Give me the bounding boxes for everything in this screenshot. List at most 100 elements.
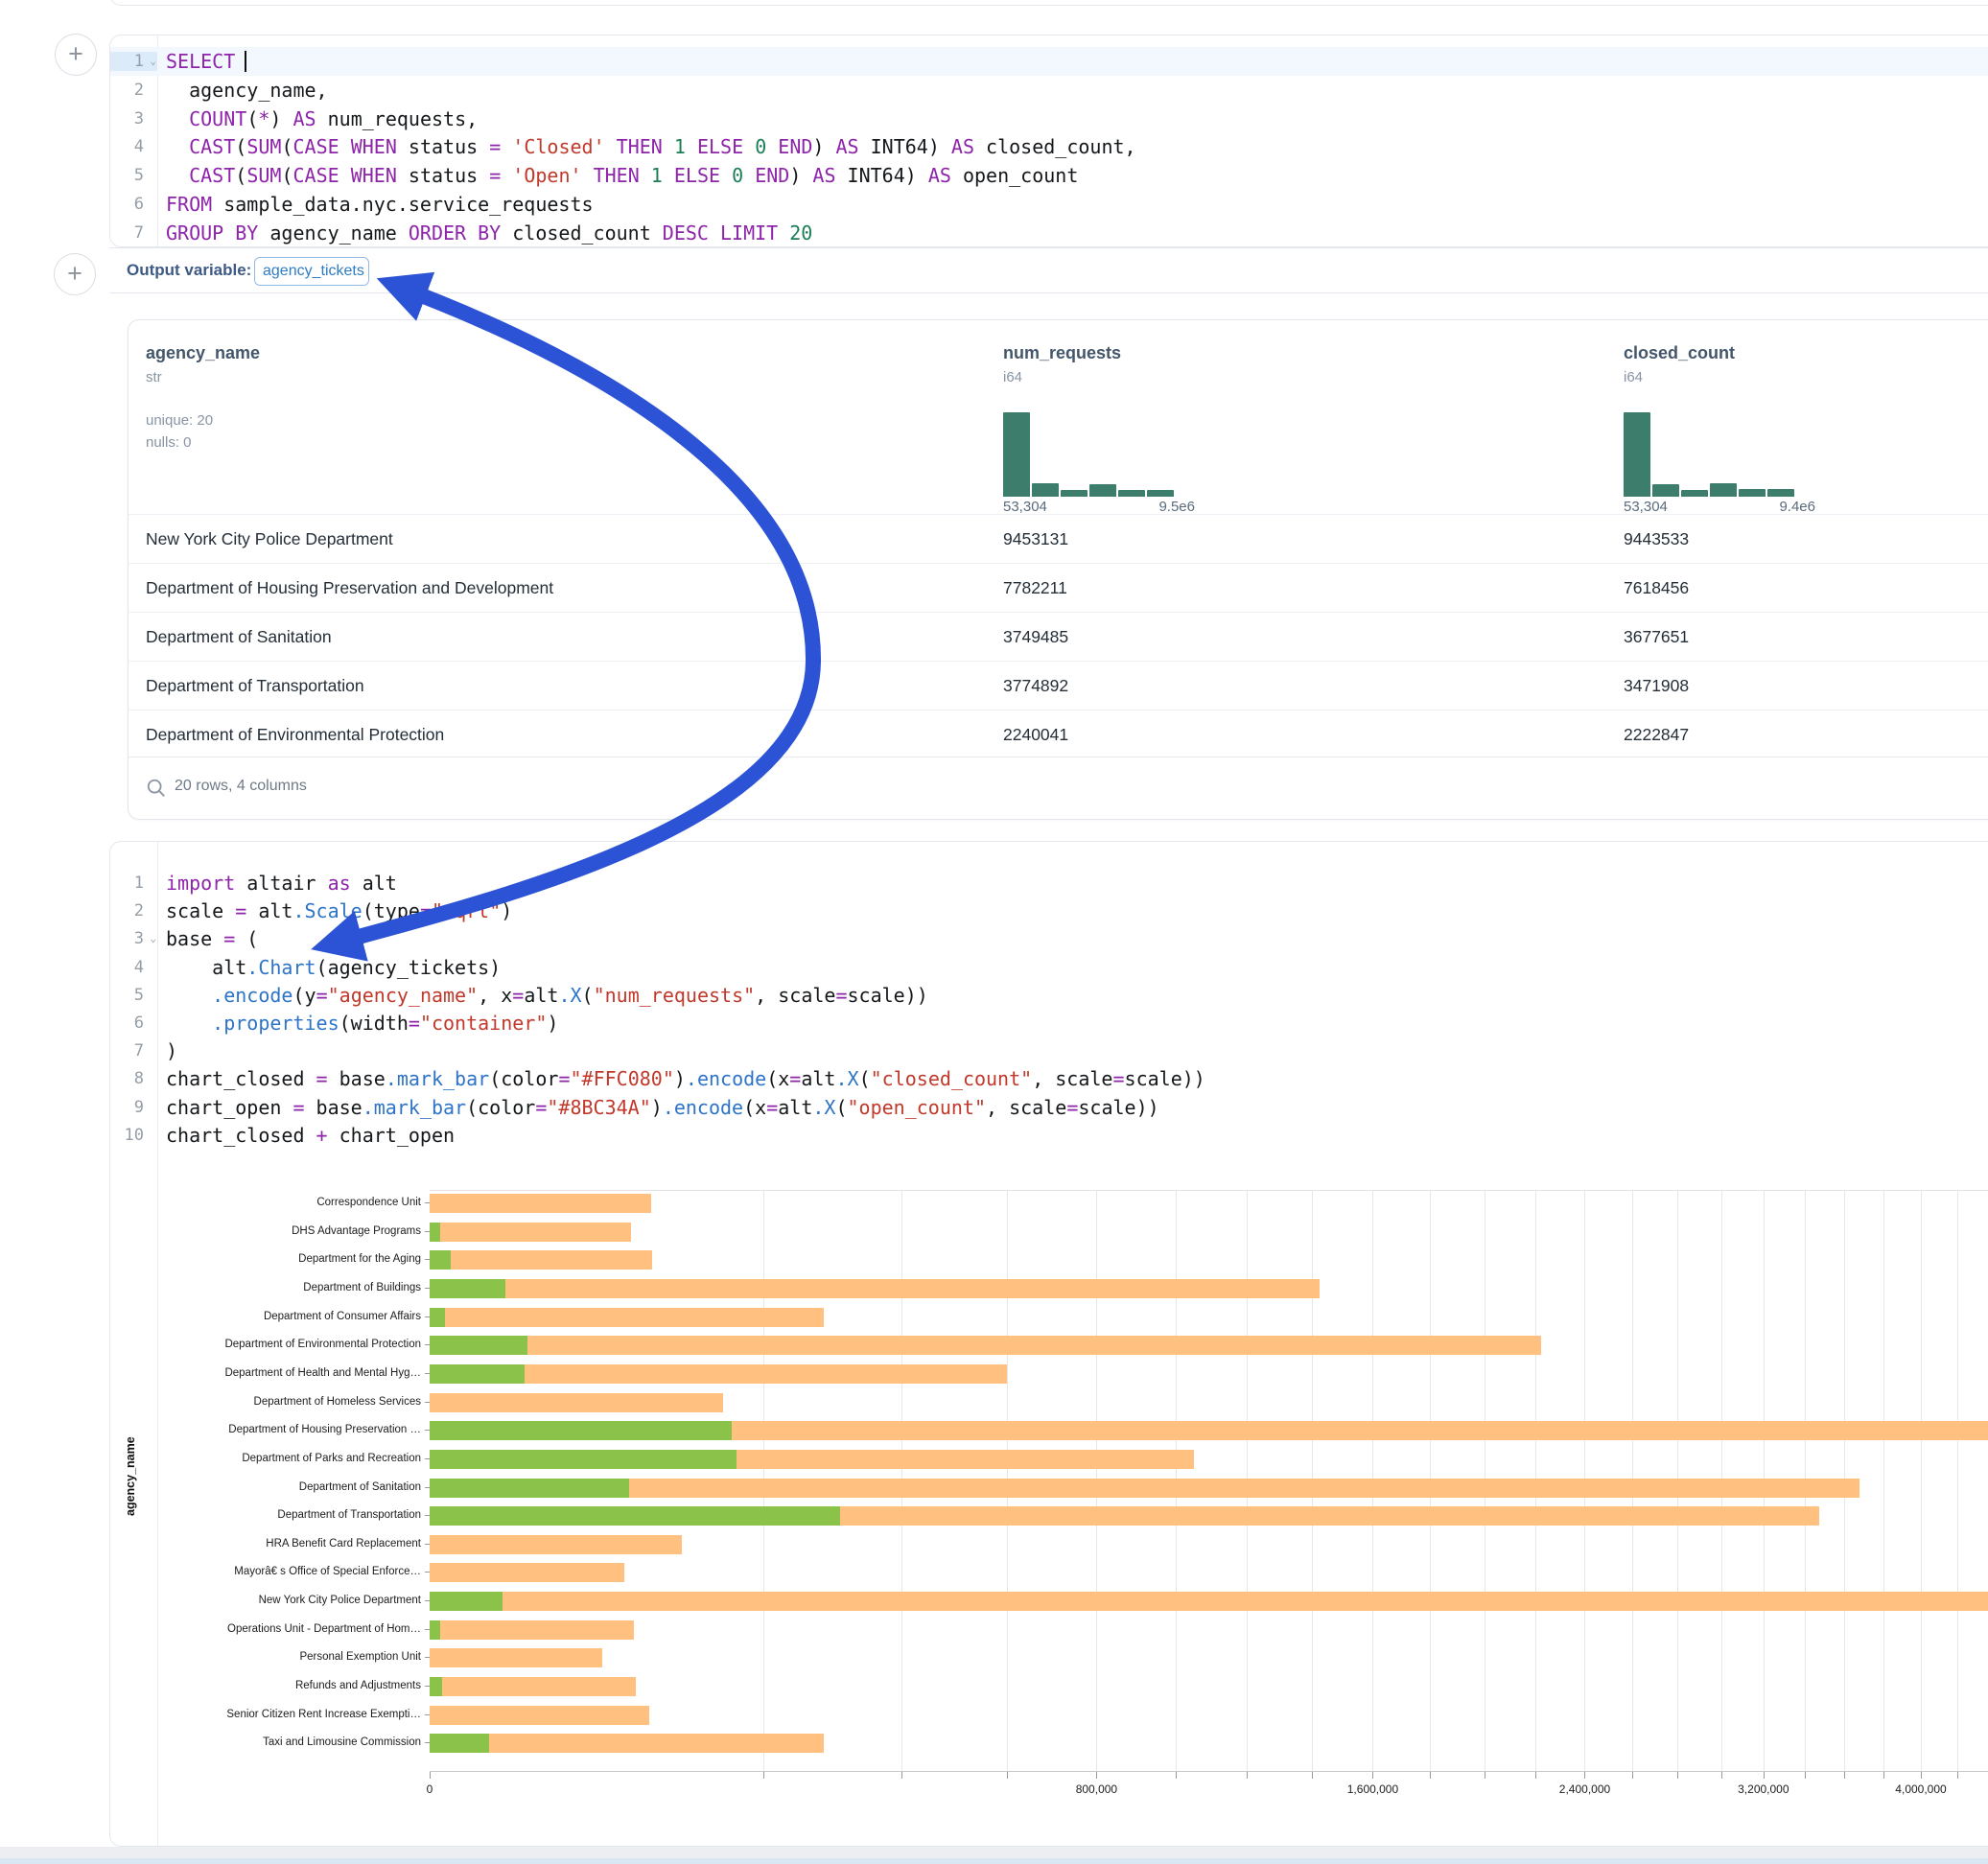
x-tick-label: 0 — [427, 1782, 433, 1796]
code-line-1[interactable]: 1import altair as alt — [110, 869, 1988, 897]
bar-open-count — [430, 1336, 527, 1355]
code-line-7[interactable]: 7GROUP BY agency_name ORDER BY closed_co… — [110, 219, 1988, 247]
code-line-4[interactable]: 4 CAST(SUM(CASE WHEN status = 'Closed' T… — [110, 132, 1988, 161]
table-row[interactable]: New York City Police Department 9453131 94… — [129, 514, 1988, 563]
code-text[interactable]: base = ( — [157, 927, 1988, 950]
code-line-2[interactable]: 2 agency_name, — [110, 76, 1988, 105]
code-text[interactable]: chart_closed + chart_open — [157, 1124, 1988, 1147]
x-tick-mark — [1007, 1772, 1008, 1779]
code-text[interactable]: GROUP BY agency_name ORDER BY closed_cou… — [157, 221, 1988, 245]
code-text[interactable]: agency_name, — [157, 79, 1988, 102]
code-text[interactable]: CAST(SUM(CASE WHEN status = 'Open' THEN … — [157, 164, 1988, 187]
table-cell: Department of Environmental Protection — [146, 725, 444, 745]
x-tick-mark — [1957, 1772, 1958, 1779]
code-line-5[interactable]: 5 .encode(y="agency_name", x=alt.X("num_… — [110, 981, 1988, 1010]
table-row[interactable]: Department of Transportation377489234719… — [129, 661, 1988, 710]
code-line-9[interactable]: 9chart_open = base.mark_bar(color="#8BC3… — [110, 1093, 1988, 1122]
fold-chevron-icon[interactable]: ⌄ — [150, 932, 156, 944]
code-line-5[interactable]: 5 CAST(SUM(CASE WHEN status = 'Open' THE… — [110, 161, 1988, 190]
table-row[interactable]: Department of Housing Preservation and D… — [129, 563, 1988, 612]
x-tick-mark — [1883, 1772, 1884, 1779]
line-number: 5 — [110, 166, 157, 185]
table-cell: 9443533 — [1624, 529, 1689, 549]
add-cell-button-top[interactable]: + — [55, 34, 97, 76]
code-text[interactable]: .encode(y="agency_name", x=alt.X("num_re… — [157, 984, 1988, 1007]
output-variable-chip[interactable]: agency_tickets — [254, 257, 369, 286]
code-line-1[interactable]: 1⌄SELECT — [110, 47, 1988, 76]
y-axis-label: Department of Sanitation — [110, 1481, 421, 1493]
result-table: agency_namestrunique: 20nulls: 0 num_requ… — [128, 319, 1988, 820]
search-icon[interactable] — [146, 778, 167, 799]
bar-closed-count — [430, 1223, 631, 1242]
line-number: 3 — [110, 109, 157, 128]
text-caret — [245, 51, 246, 72]
bar-open-count — [430, 1279, 505, 1298]
y-axis-label: Personal Exemption Unit — [110, 1651, 421, 1663]
table-row[interactable]: Department of Sanitation37494853677651 — [129, 612, 1988, 661]
code-text[interactable]: CAST(SUM(CASE WHEN status = 'Closed' THE… — [157, 135, 1988, 158]
code-line-10[interactable]: 10chart_closed + chart_open — [110, 1121, 1988, 1150]
histogram-bar — [1061, 490, 1088, 497]
bar-closed-count — [430, 1535, 682, 1554]
bar-open-count — [430, 1450, 737, 1469]
chart-plot-area — [430, 1190, 1988, 1771]
x-tick-label: 3,200,000 — [1738, 1782, 1789, 1796]
table-cell: 3749485 — [1003, 627, 1068, 647]
bar-closed-count — [430, 1479, 1859, 1498]
bar-closed-count — [430, 1194, 651, 1213]
column-header-agency_name[interactable]: agency_namestrunique: 20nulls: 0 — [146, 320, 395, 451]
code-line-8[interactable]: 8chart_closed = base.mark_bar(color="#FF… — [110, 1064, 1988, 1093]
code-text[interactable]: chart_closed = base.mark_bar(color="#FFC… — [157, 1067, 1988, 1090]
histogram-bar — [1032, 483, 1059, 497]
y-axis-label: Department of Parks and Recreation — [110, 1453, 421, 1464]
bar-closed-count — [430, 1563, 624, 1582]
code-line-3[interactable]: 3 COUNT(*) AS num_requests, — [110, 105, 1988, 133]
code-line-2[interactable]: 2scale = alt.Scale(type="sqrt") — [110, 897, 1988, 925]
table-cell: 9453131 — [1003, 529, 1068, 549]
code-text[interactable]: SELECT — [157, 50, 1988, 73]
table-cell: New York City Police Department — [146, 529, 393, 549]
bar-open-count — [430, 1250, 451, 1270]
x-tick-mark — [430, 1772, 431, 1779]
fold-chevron-icon[interactable]: ⌄ — [150, 55, 156, 67]
cell-gap-band — [0, 1847, 1988, 1858]
column-header-num_requests[interactable]: num_requestsi6453,3049.5e6 — [1003, 320, 1252, 385]
line-number: 4 — [110, 137, 157, 156]
y-axis-label: HRA Benefit Card Replacement — [110, 1538, 421, 1549]
code-line-6[interactable]: 6 .properties(width="container") — [110, 1009, 1988, 1037]
y-axis-label: Department of Transportation — [110, 1509, 421, 1521]
x-tick-mark — [1721, 1772, 1722, 1779]
line-number: 2 — [110, 81, 157, 100]
line-number: 5 — [110, 986, 157, 1005]
column-name: agency_name — [146, 343, 395, 363]
column-type: i64 — [1624, 369, 1873, 385]
table-cell: Department of Sanitation — [146, 627, 332, 647]
code-text[interactable]: import altair as alt — [157, 872, 1988, 895]
bar-closed-count — [430, 1677, 636, 1696]
add-cell-button-middle[interactable]: + — [54, 253, 96, 295]
code-text[interactable]: alt.Chart(agency_tickets) — [157, 956, 1988, 979]
hist-min-label: 53,304 — [1003, 499, 1047, 515]
code-text[interactable]: COUNT(*) AS num_requests, — [157, 107, 1988, 130]
code-text[interactable]: FROM sample_data.nyc.service_requests — [157, 193, 1988, 216]
x-tick-mark — [1535, 1772, 1536, 1779]
bar-open-count — [430, 1479, 629, 1498]
code-line-4[interactable]: 4 alt.Chart(agency_tickets) — [110, 953, 1988, 982]
x-tick-mark — [1844, 1772, 1845, 1779]
bar-closed-count — [430, 1308, 824, 1327]
y-axis-label: Department of Consumer Affairs — [110, 1311, 421, 1322]
code-text[interactable]: .properties(width="container") — [157, 1012, 1988, 1035]
code-line-6[interactable]: 6FROM sample_data.nyc.service_requests — [110, 190, 1988, 219]
code-line-7[interactable]: 7) — [110, 1037, 1988, 1065]
code-line-3[interactable]: 3⌄base = ( — [110, 924, 1988, 953]
line-number: 6 — [110, 195, 157, 214]
code-text[interactable]: scale = alt.Scale(type="sqrt") — [157, 899, 1988, 922]
code-text[interactable]: chart_open = base.mark_bar(color="#8BC34… — [157, 1096, 1988, 1119]
code-text[interactable]: ) — [157, 1039, 1988, 1062]
hist-max-label: 9.4e6 — [1779, 499, 1815, 515]
histogram-bar — [1118, 490, 1145, 497]
bar-closed-count — [430, 1250, 652, 1270]
y-axis-label: DHS Advantage Programs — [110, 1225, 421, 1237]
column-header-closed_count[interactable]: closed_counti6453,3049.4e6 — [1624, 320, 1873, 385]
table-row[interactable]: Department of Environmental Protection22… — [129, 710, 1988, 758]
